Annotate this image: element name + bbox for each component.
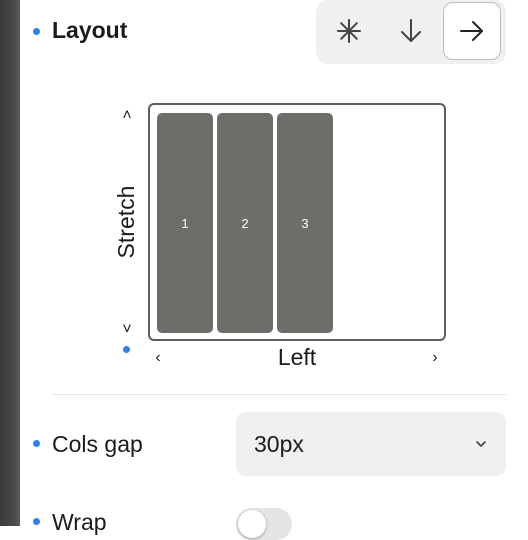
section-divider: [52, 394, 506, 395]
layout-title: Layout: [52, 17, 128, 43]
alignment-modified-dot: [123, 346, 130, 353]
asterisk-icon: [337, 19, 361, 43]
chevron-up-icon[interactable]: ˄: [117, 106, 137, 126]
preview-column-label: 2: [241, 215, 249, 231]
layout-preview: 1 2 3: [148, 103, 446, 341]
wrap-modified-dot: [33, 518, 40, 525]
horizontal-direction-button[interactable]: [443, 2, 501, 60]
preview-column: 3: [277, 113, 333, 333]
horizontal-alignment-label[interactable]: Left: [278, 344, 316, 370]
preview-column: 1: [157, 113, 213, 333]
toggle-knob: [238, 510, 266, 538]
cols-gap-select[interactable]: 30px: [236, 412, 506, 476]
wrap-toggle[interactable]: [236, 508, 292, 540]
chevron-down-icon[interactable]: ˅: [117, 320, 137, 340]
cols-gap-label: Cols gap: [52, 431, 143, 457]
chevron-left-icon[interactable]: ‹: [148, 348, 168, 368]
side-panel-edge: [0, 0, 20, 526]
wrap-label: Wrap: [52, 509, 107, 535]
layout-modified-dot: [33, 28, 40, 35]
preview-column: 2: [217, 113, 273, 333]
chevron-right-icon[interactable]: ›: [425, 348, 445, 368]
chevron-down-icon: [476, 441, 486, 447]
vertical-direction-button[interactable]: [382, 2, 440, 60]
cols-gap-value: 30px: [254, 430, 304, 457]
direction-segmented-control: [316, 0, 506, 64]
preview-column-label: 3: [301, 215, 309, 231]
arrow-down-icon: [401, 19, 421, 42]
preview-column-label: 1: [181, 215, 189, 231]
arrow-right-icon: [460, 21, 483, 41]
grid-direction-button[interactable]: [320, 2, 378, 60]
cols-gap-modified-dot: [33, 440, 40, 447]
vertical-alignment-label[interactable]: Stretch: [113, 186, 139, 259]
